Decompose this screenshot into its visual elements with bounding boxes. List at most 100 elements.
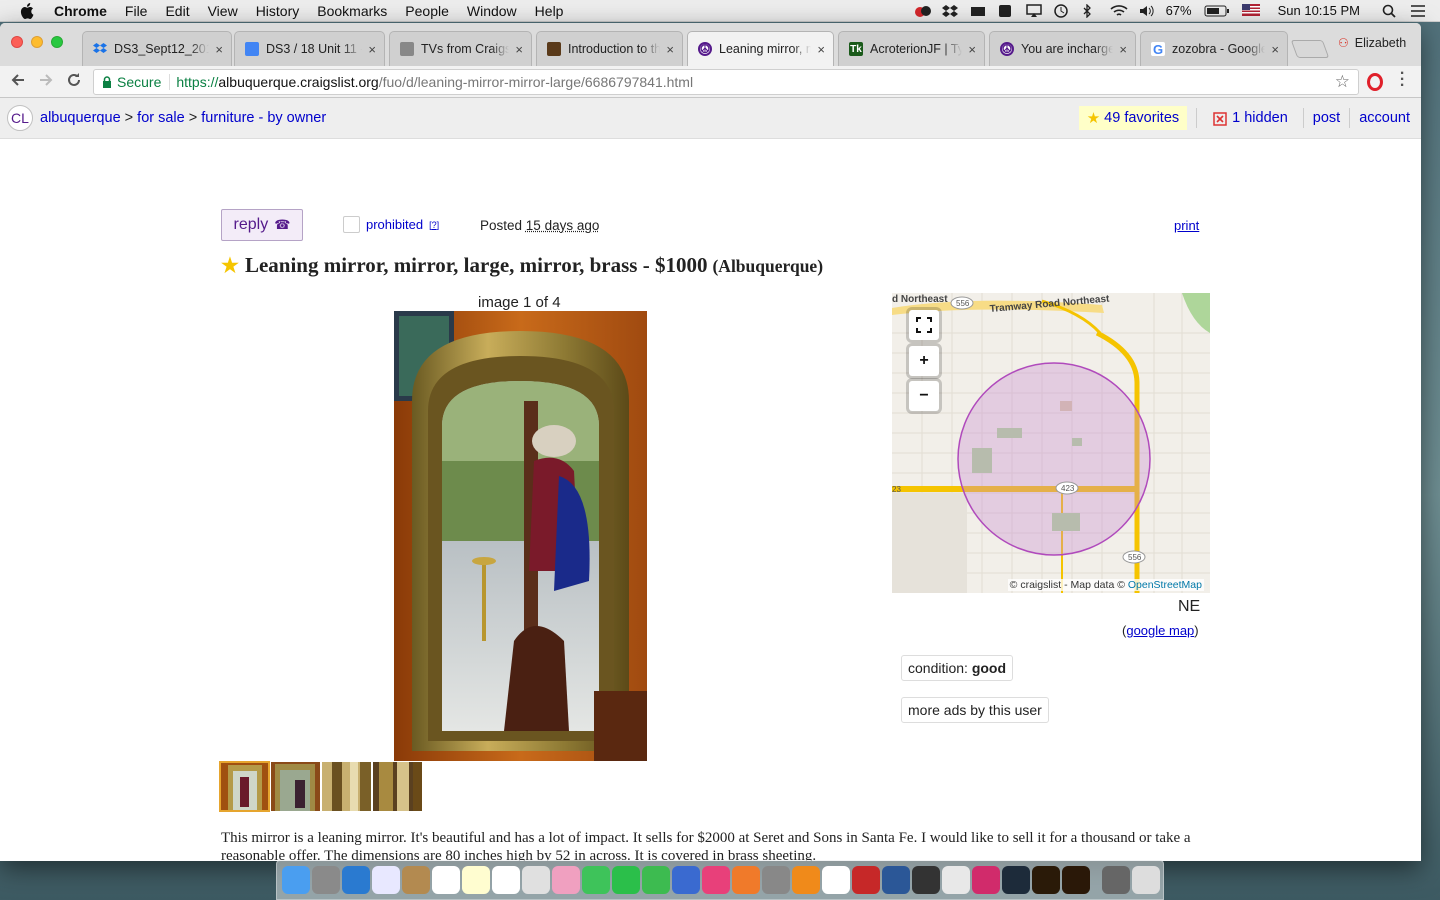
menu-edit[interactable]: Edit <box>165 3 189 19</box>
back-arrow-icon[interactable] <box>10 72 26 93</box>
main-image[interactable] <box>394 311 647 761</box>
sublime-icon[interactable] <box>792 866 820 894</box>
preview-icon[interactable] <box>372 866 400 894</box>
time-machine-icon[interactable] <box>1053 3 1070 18</box>
profile-button[interactable]: ⚇ Elizabeth <box>1338 36 1406 50</box>
browser-tab[interactable]: Tk AcroterionJF | Ty × <box>838 31 985 66</box>
breadcrumb-furniture[interactable]: furniture - by owner <box>201 110 326 126</box>
volume-icon[interactable] <box>1138 4 1154 18</box>
secure-indicator[interactable]: Secure <box>102 74 171 90</box>
drive-icon[interactable] <box>970 4 986 18</box>
remote-icon[interactable] <box>912 866 940 894</box>
bookmark-star-icon[interactable]: ☆ <box>1335 72 1350 92</box>
airplay-icon[interactable] <box>1025 3 1042 18</box>
thumbnail[interactable] <box>373 762 422 811</box>
chrome-menu-icon[interactable]: · · · <box>1399 66 1405 94</box>
dropbox-icon[interactable] <box>941 4 958 18</box>
menu-history[interactable]: History <box>256 3 300 19</box>
breadcrumb-for-sale[interactable]: for sale <box>137 110 185 126</box>
spotlight-search-icon[interactable] <box>1382 4 1398 18</box>
location-map[interactable]: 556 423 556 23 d Northeast Tramway Road … <box>892 293 1210 593</box>
illustrator-icon[interactable] <box>1062 866 1090 894</box>
craigslist-logo[interactable]: CL <box>7 105 33 131</box>
browser-tab[interactable]: TVs from Craigsli × <box>389 31 532 66</box>
menu-bookmarks[interactable]: Bookmarks <box>317 3 387 19</box>
zoom-in-button[interactable]: + <box>909 346 939 376</box>
breadcrumb-albuquerque[interactable]: albuquerque <box>40 110 121 126</box>
menu-file[interactable]: File <box>125 3 148 19</box>
close-tab-icon[interactable]: × <box>968 42 976 57</box>
prohibited-checkbox[interactable] <box>343 216 360 233</box>
notification-center-icon[interactable] <box>1410 4 1426 18</box>
menubar-clock[interactable]: Sun 10:15 PM <box>1278 3 1360 18</box>
acrobat-icon[interactable] <box>852 866 880 894</box>
word-icon[interactable] <box>882 866 910 894</box>
contacts-icon[interactable] <box>402 866 430 894</box>
launchpad-icon[interactable] <box>312 866 340 894</box>
safari-icon[interactable] <box>342 866 370 894</box>
minimize-window-button[interactable] <box>31 36 43 48</box>
browser-tab[interactable]: DS3 / 18 Unit 11 - × <box>234 31 385 66</box>
browser-tab[interactable]: ☮ You are incharge × <box>989 31 1136 66</box>
browser-tab[interactable]: Gzozobra - Google × <box>1140 31 1288 66</box>
openstreetmap-link[interactable]: OpenStreetMap <box>1128 579 1202 591</box>
notes-icon[interactable] <box>998 4 1014 18</box>
forward-arrow-icon[interactable] <box>38 72 54 93</box>
notes-icon[interactable] <box>462 866 490 894</box>
more-ads-button[interactable]: more ads by this user <box>901 697 1049 723</box>
thumbnail[interactable] <box>219 761 270 812</box>
photoshop-icon[interactable] <box>1002 866 1030 894</box>
close-tab-icon[interactable]: × <box>666 42 674 57</box>
fullscreen-icon[interactable] <box>909 310 939 340</box>
chrome-icon[interactable] <box>822 866 850 894</box>
reply-button[interactable]: reply ☎ <box>221 209 303 241</box>
system-preferences-icon[interactable] <box>762 866 790 894</box>
post-link[interactable]: post <box>1313 110 1340 126</box>
address-bar[interactable]: Secure https://albuquerque.craigslist.or… <box>93 69 1359 95</box>
favorite-star-icon[interactable]: ★ <box>221 253 239 278</box>
menu-people[interactable]: People <box>405 3 449 19</box>
bridge-icon[interactable] <box>1032 866 1060 894</box>
new-tab-button[interactable] <box>1290 40 1330 58</box>
menu-window[interactable]: Window <box>467 3 517 19</box>
account-link[interactable]: account <box>1359 110 1410 126</box>
menu-help[interactable]: Help <box>535 3 564 19</box>
browser-tab[interactable]: Introduction to th × <box>536 31 683 66</box>
keynote-icon[interactable] <box>672 866 700 894</box>
calendar-icon[interactable] <box>432 866 460 894</box>
trash-icon[interactable] <box>1132 866 1160 894</box>
indesign-icon[interactable] <box>972 866 1000 894</box>
opera-icon[interactable] <box>942 866 970 894</box>
numbers-icon[interactable] <box>642 866 670 894</box>
zoom-out-button[interactable]: − <box>909 381 939 411</box>
google-map-link[interactable]: google map <box>1126 623 1194 638</box>
reload-icon[interactable] <box>66 72 82 93</box>
close-tab-icon[interactable]: × <box>1271 42 1279 57</box>
facetime-icon[interactable] <box>612 866 640 894</box>
zoom-window-button[interactable] <box>51 36 63 48</box>
close-tab-icon[interactable]: × <box>817 42 825 57</box>
wifi-icon[interactable] <box>1110 4 1128 18</box>
close-tab-icon[interactable]: × <box>515 42 523 57</box>
photos-app-icon[interactable] <box>522 866 550 894</box>
apple-icon[interactable] <box>18 2 36 20</box>
favorites-link[interactable]: ★ 49 favorites <box>1078 106 1188 130</box>
trash-folder-icon[interactable] <box>1102 866 1130 894</box>
prohibited-help-link[interactable]: [?] <box>429 220 439 230</box>
itunes-icon[interactable] <box>702 866 730 894</box>
menu-view[interactable]: View <box>208 3 238 19</box>
opera-extension-icon[interactable] <box>1367 73 1383 91</box>
us-flag-icon[interactable] <box>1241 3 1260 18</box>
browser-tab[interactable]: ☮ Leaning mirror, m × <box>687 31 834 66</box>
close-tab-icon[interactable]: × <box>368 42 376 57</box>
close-tab-icon[interactable]: × <box>215 42 223 57</box>
thumbnail[interactable] <box>322 762 371 811</box>
reminders-icon[interactable] <box>492 866 520 894</box>
photos-icon[interactable] <box>552 866 580 894</box>
prohibited-link[interactable]: prohibited <box>366 217 423 232</box>
thumbnail[interactable] <box>271 762 320 811</box>
ibooks-icon[interactable] <box>732 866 760 894</box>
messages-icon[interactable] <box>582 866 610 894</box>
close-tab-icon[interactable]: × <box>1119 42 1127 57</box>
hidden-link[interactable]: 1 hidden <box>1206 107 1294 129</box>
